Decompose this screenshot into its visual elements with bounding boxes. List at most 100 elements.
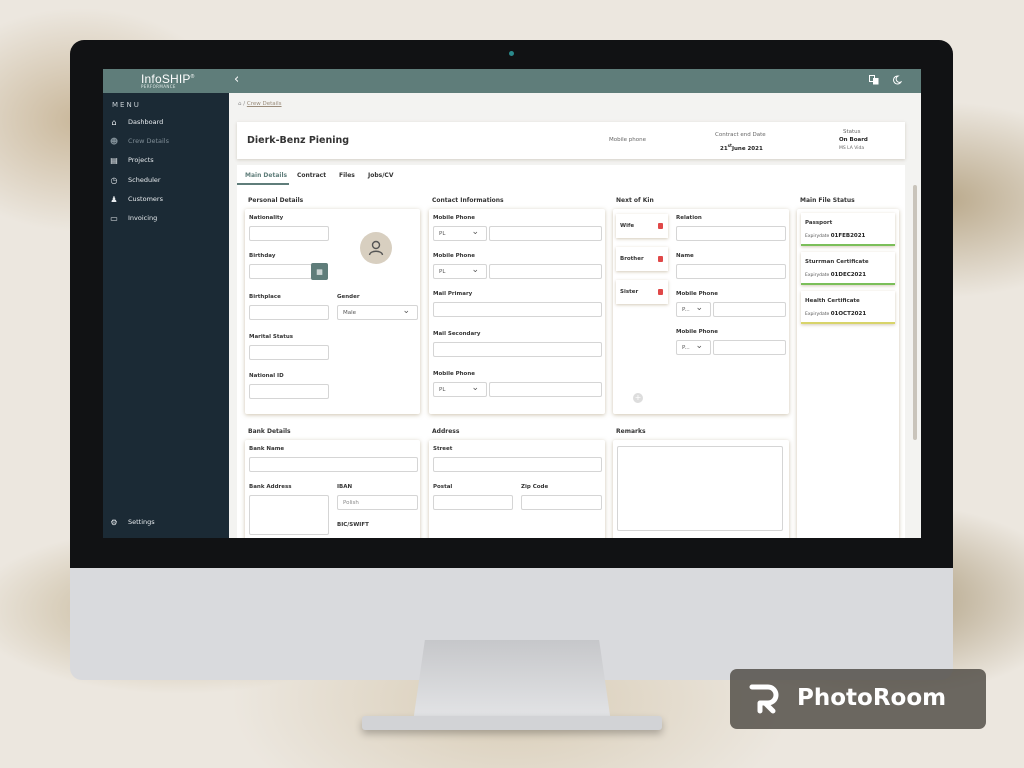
- birthplace-field[interactable]: [249, 305, 329, 320]
- kin-country-code-value: P...: [682, 307, 690, 313]
- home-icon[interactable]: ⌂: [238, 101, 242, 107]
- photoroom-watermark: PhotoRoom: [730, 669, 986, 729]
- expiry-label: Expirydate: [805, 234, 830, 239]
- sidebar-item-customers[interactable]: ♟ Customers: [108, 192, 226, 206]
- main-content: ⌂ / Crew Details Dierk-Benz Piening Mobi…: [229, 93, 921, 538]
- marital-status-field[interactable]: [249, 345, 329, 360]
- kin-item-brother[interactable]: Brother: [616, 247, 668, 271]
- expiry-date: 01FEB2021: [830, 233, 866, 239]
- contract-month-year: June 2021: [731, 145, 763, 152]
- national-id-field[interactable]: [249, 384, 329, 399]
- relation-label: Relation: [676, 215, 702, 221]
- mobile-phone-field[interactable]: [489, 264, 602, 279]
- menu-title: MENU: [112, 101, 141, 109]
- kin-country-code-value: P...: [682, 345, 690, 351]
- next-of-kin-card: Wife Brother Sister + Relation Name Mobi…: [613, 209, 789, 414]
- postal-label: Postal: [433, 484, 453, 490]
- street-field[interactable]: [433, 457, 602, 472]
- remarks-textarea[interactable]: [617, 446, 783, 531]
- app-screen: InfoSHIP® PERFORMANCE ‹ MENU ⌂ Dashboard…: [103, 69, 921, 538]
- nationality-field[interactable]: [249, 226, 329, 241]
- relation-field[interactable]: [676, 226, 786, 241]
- file-item-sturrman-certificate[interactable]: Sturrman Certificate Expirydate 01DEC202…: [801, 252, 895, 285]
- add-circle-icon[interactable]: +: [633, 393, 643, 403]
- kin-mobile-field[interactable]: [713, 302, 786, 317]
- mobile-phone-label: Mobile Phone: [433, 253, 475, 259]
- sidebar-item-projects[interactable]: ▤ Projects: [108, 153, 226, 167]
- contact-info-title: Contact Informations: [432, 197, 504, 204]
- country-code-select[interactable]: PL: [433, 382, 487, 397]
- file-item-health-certificate[interactable]: Health Certificate Expirydate 01OCT2021: [801, 291, 895, 324]
- status-value: On Board: [839, 137, 868, 143]
- kin-name-label: Name: [676, 253, 694, 259]
- postal-field[interactable]: [433, 495, 513, 510]
- moon-icon[interactable]: [892, 75, 903, 88]
- expiry-date: 01OCT2021: [830, 311, 867, 317]
- kin-name: Sister: [620, 289, 639, 295]
- sidebar-item-settings[interactable]: ⚙ Settings: [108, 515, 226, 529]
- kin-item-sister[interactable]: Sister: [616, 280, 668, 304]
- chevron-left-icon[interactable]: ‹: [234, 72, 239, 87]
- kin-country-code-select[interactable]: P...: [676, 340, 711, 355]
- sidebar-item-label: Crew Details: [128, 137, 169, 145]
- sidebar: MENU ⌂ Dashboard ☻ Crew Details ▤ Projec…: [103, 93, 229, 538]
- kin-country-code-select[interactable]: P...: [676, 302, 711, 317]
- file-name: Health Certificate: [805, 298, 860, 304]
- bank-name-label: Bank Name: [249, 446, 285, 452]
- iban-label: IBAN: [337, 484, 353, 490]
- mobile-phone-label: Mobile Phone: [433, 215, 475, 221]
- users-icon: ♟: [110, 194, 118, 204]
- zip-code-field[interactable]: [521, 495, 602, 510]
- kin-mobile-label: Mobile Phone: [676, 291, 718, 297]
- kin-item-wife[interactable]: Wife: [616, 214, 668, 238]
- mail-primary-label: Mail Primary: [433, 291, 473, 297]
- file-item-passport[interactable]: Passport Expirydate 01FEB2021: [801, 213, 895, 246]
- bank-address-field[interactable]: [249, 495, 329, 535]
- tab-files[interactable]: Files: [339, 172, 355, 179]
- logo-reg: ®: [190, 74, 195, 80]
- file-expiry: Expirydate 01FEB2021: [805, 233, 865, 239]
- country-code-value: PL: [439, 387, 446, 393]
- mail-secondary-field[interactable]: [433, 342, 602, 357]
- avatar[interactable]: [360, 232, 392, 264]
- sidebar-item-invoicing[interactable]: ▭ Invoicing: [108, 211, 226, 225]
- kin-mobile-field[interactable]: [713, 340, 786, 355]
- main-file-status-title: Main File Status: [800, 197, 855, 204]
- birthday-field[interactable]: [249, 264, 312, 279]
- translate-icon[interactable]: [869, 75, 879, 88]
- breadcrumb-current[interactable]: Crew Details: [247, 101, 282, 107]
- calendar-icon[interactable]: ▦: [311, 263, 328, 280]
- mobile-phone-field[interactable]: [489, 226, 602, 241]
- next-of-kin-title: Next of Kin: [616, 197, 654, 204]
- iban-field[interactable]: Polish: [337, 495, 418, 510]
- sidebar-item-crew-details[interactable]: ☻ Crew Details: [108, 134, 226, 148]
- country-code-select[interactable]: PL: [433, 264, 487, 279]
- gender-select[interactable]: Male: [337, 305, 418, 320]
- file-name: Sturrman Certificate: [805, 259, 869, 265]
- country-code-select[interactable]: PL: [433, 226, 487, 241]
- main-file-status-card: Passport Expirydate 01FEB2021 Sturrman C…: [797, 209, 899, 538]
- bank-name-field[interactable]: [249, 457, 418, 472]
- mail-primary-field[interactable]: [433, 302, 602, 317]
- sidebar-item-dashboard[interactable]: ⌂ Dashboard: [108, 115, 226, 129]
- tab-contract[interactable]: Contract: [297, 172, 326, 179]
- bank-details-card: Bank Name Bank Address IBAN Polish BIC/S…: [245, 440, 420, 538]
- kin-name: Wife: [620, 223, 635, 229]
- kin-name-field[interactable]: [676, 264, 786, 279]
- trash-icon[interactable]: [658, 223, 663, 229]
- kin-mobile-label: Mobile Phone: [676, 329, 718, 335]
- contract-end-value: 21stJune 2021: [720, 143, 763, 152]
- trash-icon[interactable]: [658, 289, 663, 295]
- file-expiry: Expirydate 01DEC2021: [805, 272, 866, 278]
- monitor-stand: [413, 640, 611, 722]
- mobile-phone-field[interactable]: [489, 382, 602, 397]
- country-code-value: PL: [439, 269, 446, 275]
- scrollbar[interactable]: [913, 185, 917, 440]
- tab-jobs-cv[interactable]: Jobs/CV: [368, 172, 393, 179]
- tab-main-details[interactable]: Main Details: [245, 172, 287, 179]
- trash-icon[interactable]: [658, 256, 663, 262]
- clock-icon: ◷: [110, 175, 118, 185]
- expiry-label: Expirydate: [805, 273, 830, 278]
- sidebar-item-scheduler[interactable]: ◷ Scheduler: [108, 173, 226, 187]
- gender-label: Gender: [337, 294, 360, 300]
